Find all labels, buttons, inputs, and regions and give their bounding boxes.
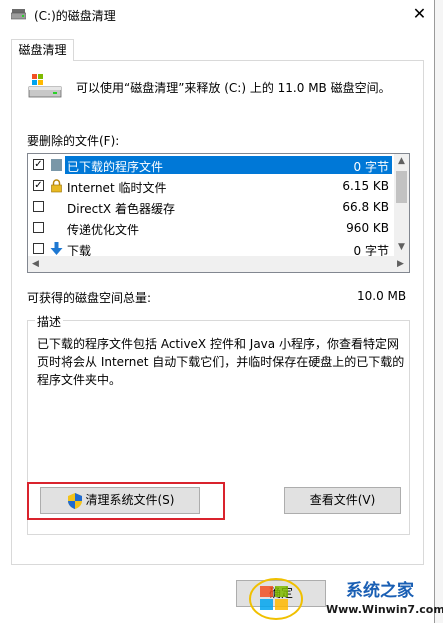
close-icon: ✕ (412, 4, 427, 23)
scroll-up-arrow-icon[interactable]: ▲ (398, 156, 405, 166)
disk-cleanup-window: (C:)的磁盘清理 ✕ 磁盘清理 可以使用“磁盘清理”来释放 (C:) 上的 1… (0, 0, 435, 623)
disk-cleanup-drive-icon (28, 74, 62, 98)
title-bar: (C:)的磁盘清理 ✕ (0, 0, 434, 30)
file-size: 960 KB (346, 221, 389, 235)
file-name: DirectX 着色器缓存 (67, 202, 175, 216)
checkbox[interactable] (33, 243, 44, 254)
scroll-right-arrow-icon[interactable]: ▶ (397, 259, 404, 269)
window-title: (C:)的磁盘清理 (34, 9, 116, 23)
folder-icon (51, 159, 62, 171)
blank-file-icon (50, 200, 63, 214)
list-item[interactable]: ✓ 已下载的程序文件 0 字节 (28, 155, 394, 175)
view-files-label: 查看文件(V) (309, 493, 376, 507)
watermark-url: Www.Winwin7.com (326, 603, 443, 616)
list-item[interactable]: DirectX 着色器缓存 66.8 KB (28, 197, 394, 217)
background-window-edge (435, 0, 443, 623)
file-size: 6.15 KB (342, 179, 389, 193)
highlight-annotation (27, 482, 225, 520)
site-watermark: 系统之家 Www.Winwin7.com (246, 574, 443, 623)
files-to-delete-label: 要删除的文件(F): (27, 134, 120, 148)
download-arrow-icon (50, 242, 63, 255)
file-name: Internet 临时文件 (67, 181, 167, 195)
scroll-thumb[interactable] (396, 171, 407, 203)
file-size: 0 字节 (353, 160, 389, 174)
scroll-down-arrow-icon[interactable]: ▼ (398, 242, 405, 252)
windows-logo-icon (249, 578, 303, 620)
total-space-value: 10.0 MB (357, 289, 407, 303)
horizontal-scrollbar[interactable]: ◀ ▶ (28, 256, 409, 272)
tab-disk-cleanup[interactable]: 磁盘清理 (11, 39, 74, 61)
file-size: 66.8 KB (342, 200, 389, 214)
vertical-scrollbar[interactable]: ▲ ▼ (394, 154, 409, 256)
drive-icon (11, 9, 26, 20)
view-files-button[interactable]: 查看文件(V) (284, 487, 401, 514)
list-item[interactable]: 传递优化文件 960 KB (28, 218, 394, 238)
summary-text: 可以使用“磁盘清理”来释放 (C:) 上的 11.0 MB 磁盘空间。 (76, 81, 391, 95)
description-text: 已下载的程序文件包括 ActiveX 控件和 Java 小程序，你查看特定网页时… (37, 337, 405, 387)
checkbox[interactable]: ✓ (33, 180, 44, 191)
scroll-left-arrow-icon[interactable]: ◀ (32, 259, 39, 269)
lock-icon (51, 179, 62, 193)
file-name: 传递优化文件 (67, 223, 140, 237)
list-item[interactable]: ✓ Internet 临时文件 6.15 KB (28, 176, 394, 196)
watermark-brand: 系统之家 (346, 581, 414, 601)
close-button[interactable]: ✕ (405, 0, 434, 28)
checkbox[interactable] (33, 201, 44, 212)
checkbox[interactable] (33, 222, 44, 233)
total-space-label: 可获得的磁盘空间总量: (27, 291, 152, 305)
file-name: 已下载的程序文件 (67, 160, 164, 174)
blank-file-icon (50, 221, 63, 235)
checkbox[interactable]: ✓ (33, 159, 44, 170)
files-listbox[interactable]: ✓ 已下载的程序文件 0 字节 ✓ Internet 临时文件 6.15 KB (27, 153, 410, 273)
description-title: 描述 (35, 313, 64, 330)
